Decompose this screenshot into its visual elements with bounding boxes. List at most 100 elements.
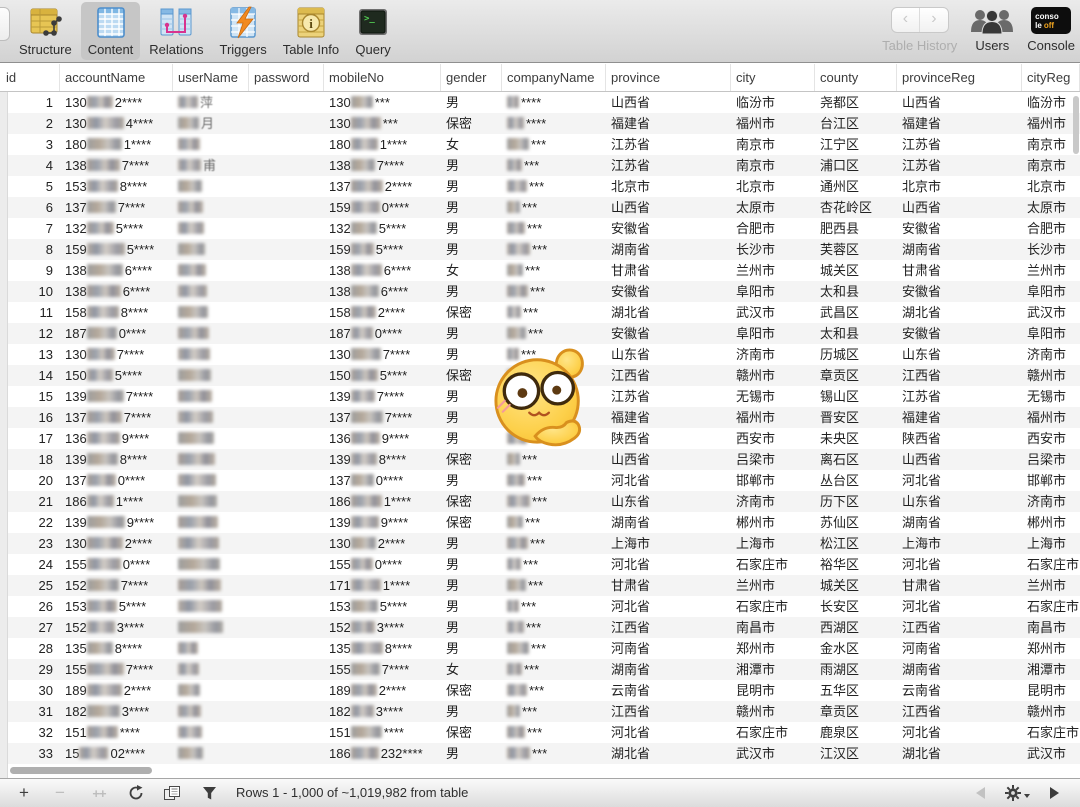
table-row[interactable]: 101386****1386****男***安徽省阜阳市太和县安徽省阜阳市 (8, 281, 1080, 302)
table-row[interactable]: 71325****1325****男***安徽省合肥市肥西县安徽省合肥市 (8, 218, 1080, 239)
cell-accountName: 1397**** (60, 386, 173, 407)
cell-city: 石家庄市 (731, 596, 815, 617)
column-header-city[interactable]: city (731, 64, 815, 91)
table-row[interactable]: 211861****1861****保密***山东省济南市历下区山东省济南市 (8, 491, 1080, 512)
column-header-userName[interactable]: userName (173, 64, 249, 91)
table-row[interactable]: 261535****1535****男***河北省石家庄市长安区河北省石家庄市 (8, 596, 1080, 617)
redacted-blur (351, 558, 373, 570)
duplicate-row-button[interactable]: ++ (88, 779, 110, 807)
table-actions-gear-button[interactable] (1002, 779, 1032, 807)
table-row[interactable]: 201370****1370****男***河北省邯郸市丛台区河北省邯郸市 (8, 470, 1080, 491)
cell-provinceReg: 福建省 (897, 407, 1022, 428)
table-row[interactable]: 31801****1801****女***江苏省南京市江宁区江苏省南京市 (8, 134, 1080, 155)
table-history-forward-button[interactable]: › (919, 8, 948, 32)
redacted-blur (87, 264, 123, 276)
column-header-county[interactable]: county (815, 64, 897, 91)
redacted-blur (178, 390, 212, 402)
add-row-button[interactable]: + (14, 779, 34, 807)
remove-row-button[interactable]: − (50, 779, 70, 807)
cell-county: 鹿泉区 (815, 722, 897, 743)
table-row[interactable]: 161377****1377****男***福建省福州市晋安区福建省福州市 (8, 407, 1080, 428)
table-row[interactable]: 231302****1302****男***上海市上海市松江区上海市上海市 (8, 533, 1080, 554)
refresh-button[interactable] (126, 779, 146, 807)
table-history-back-button[interactable]: ‹ (892, 8, 920, 32)
cell-city: 长沙市 (731, 239, 815, 260)
table-row[interactable]: 251527****1711****男***甘肃省兰州市城关区甘肃省兰州市 (8, 575, 1080, 596)
table-row[interactable]: 331502****186232****男***湖北省武汉市江汉区湖北省武汉市 (8, 743, 1080, 764)
table-row[interactable]: 281358****1358****男***河南省郑州市金水区河南省郑州市 (8, 638, 1080, 659)
table-row[interactable]: 181398****1398****保密***山西省吕梁市离石区山西省吕梁市 (8, 449, 1080, 470)
column-header-mobileNo[interactable]: mobileNo (324, 64, 441, 91)
cell-gender: 男 (441, 554, 502, 575)
table-row[interactable]: 41387****甫1387****男***江苏省南京市浦口区江苏省南京市 (8, 155, 1080, 176)
toolbar-button-triggers[interactable]: Triggers (213, 2, 274, 60)
cell-accountName: 1386**** (60, 281, 173, 302)
table-row[interactable]: 61377****1590****男***山西省太原市杏花岭区山西省太原市 (8, 197, 1080, 218)
table-row[interactable]: 51538****1372****男***北京市北京市通州区北京市北京市 (8, 176, 1080, 197)
redacted-blur (178, 327, 209, 339)
toolbar-button-table-info[interactable]: iTable Info (276, 2, 346, 60)
cell-userName (173, 365, 249, 386)
table-row[interactable]: 151397****1397****男***江苏省无锡市锡山区江苏省无锡市 (8, 386, 1080, 407)
table-row[interactable]: 311823****1823****男***江西省赣州市章贡区江西省赣州市 (8, 701, 1080, 722)
edit-row-popup-button[interactable] (161, 779, 183, 807)
table-row[interactable]: 241550****1550****男***河北省石家庄市裕华区河北省石家庄市 (8, 554, 1080, 575)
filter-button[interactable] (200, 779, 218, 807)
cell-accountName: 1823**** (60, 701, 173, 722)
column-header-companyName[interactable]: companyName (502, 64, 606, 91)
partial-toolbar-button[interactable] (0, 7, 10, 41)
cell-mobileNo: 1386**** (324, 260, 441, 281)
toolbar-button-structure[interactable]: Structure (12, 2, 79, 60)
cell-id: 11 (8, 302, 60, 323)
users-button[interactable]: Users (970, 2, 1014, 53)
console-button[interactable]: conso leoff Console (1027, 2, 1075, 53)
users-icon (970, 2, 1014, 37)
table-row[interactable]: 271523****1523****男***江西省南昌市西湖区江西省南昌市 (8, 617, 1080, 638)
next-page-button[interactable] (1046, 779, 1062, 807)
cell-city: 阜阳市 (731, 281, 815, 302)
cell-accountName: 1502**** (60, 743, 173, 764)
table-row[interactable]: 171369****1369****男***陕西省西安市未央区陕西省西安市 (8, 428, 1080, 449)
table-row[interactable]: 301892****1892****保密***云南省昆明市五华区云南省昆明市 (8, 680, 1080, 701)
table-row[interactable]: 291557****1557****女***湖南省湘潭市雨湖区湖南省湘潭市 (8, 659, 1080, 680)
cell-provinceReg: 山西省 (897, 449, 1022, 470)
cell-gender: 男 (441, 533, 502, 554)
cell-userName (173, 428, 249, 449)
redacted-blur (507, 663, 522, 675)
horizontal-scrollbar-thumb[interactable] (10, 767, 152, 774)
table-row[interactable]: 91386****1386****女***甘肃省兰州市城关区甘肃省兰州市 (8, 260, 1080, 281)
table-row[interactable]: 32151****151****保密***河北省石家庄市鹿泉区河北省石家庄市 (8, 722, 1080, 743)
column-header-province[interactable]: province (606, 64, 731, 91)
cell-companyName: *** (502, 155, 606, 176)
column-header-cityReg[interactable]: cityReg (1022, 64, 1080, 91)
cell-userName (173, 470, 249, 491)
refresh-icon (128, 785, 144, 801)
table-row[interactable]: 221399****1399****保密***湖南省郴州市苏仙区湖南省郴州市 (8, 512, 1080, 533)
toolbar-button-relations[interactable]: Relations (142, 2, 210, 60)
gear-caret-icon (1024, 794, 1030, 798)
cell-id: 16 (8, 407, 60, 428)
vertical-scrollbar-thumb[interactable] (1073, 96, 1079, 154)
cell-county: 尧都区 (815, 92, 897, 113)
cell-city: 赣州市 (731, 365, 815, 386)
cell-provinceReg: 安徽省 (897, 218, 1022, 239)
database-content-window: StructureContentRelationsTriggersiTable … (0, 0, 1080, 807)
column-header-accountName[interactable]: accountName (60, 64, 173, 91)
column-header-provinceReg[interactable]: provinceReg (897, 64, 1022, 91)
table-row[interactable]: 111588****1582****保密***湖北省武汉市武昌区湖北省武汉市 (8, 302, 1080, 323)
table-row[interactable]: 81595****1595****男***湖南省长沙市芙蓉区湖南省长沙市 (8, 239, 1080, 260)
table-row[interactable]: 11302****萍130***男****山西省临汾市尧都区山西省临汾市 (8, 92, 1080, 113)
table-row[interactable]: 141505****1505****保密***江西省赣州市章贡区江西省赣州市 (8, 365, 1080, 386)
table-row[interactable]: 121870****1870****男***安徽省阜阳市太和县安徽省阜阳市 (8, 323, 1080, 344)
table-row[interactable]: 131307****1307****男***山东省济南市历城区山东省济南市 (8, 344, 1080, 365)
column-header-gender[interactable]: gender (441, 64, 502, 91)
previous-page-button[interactable] (972, 779, 988, 807)
toolbar-button-query[interactable]: >_Query (348, 2, 398, 60)
toolbar-button-content[interactable]: Content (81, 2, 141, 60)
cell-province: 河北省 (606, 470, 731, 491)
cell-cityReg: 武汉市 (1022, 743, 1080, 764)
table-row[interactable]: 21304****月130***保密****福建省福州市台江区福建省福州市 (8, 113, 1080, 134)
column-header-password[interactable]: password (249, 64, 324, 91)
cell-accountName: 1304**** (60, 113, 173, 134)
column-header-id[interactable]: id (0, 64, 60, 91)
